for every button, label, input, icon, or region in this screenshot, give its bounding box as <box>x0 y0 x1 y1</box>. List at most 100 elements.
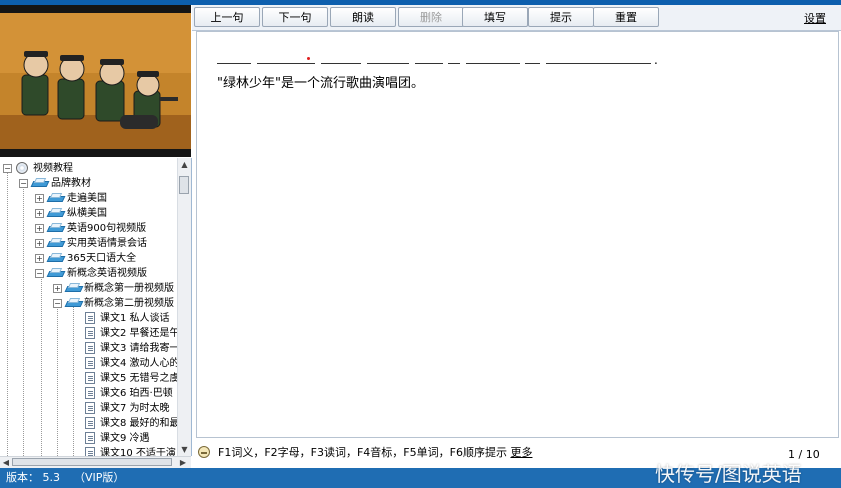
document-icon <box>85 372 95 384</box>
shortcut-hints-text: F1词义，F2字母，F3读词，F4音标，F5单词，F6顺序提示 更多 <box>218 444 532 462</box>
video-frame <box>0 5 191 157</box>
tree-node[interactable]: − 品牌教材 <box>0 176 177 191</box>
tree-node-label: 走遍美国 <box>67 193 107 204</box>
tree-node[interactable]: + 365天口语大全 <box>0 251 177 266</box>
expand-toggle[interactable]: + <box>53 284 62 293</box>
expand-toggle[interactable]: + <box>35 254 44 263</box>
chinese-translation: "绿林少年"是一个流行歌曲演唱团。 <box>217 76 424 91</box>
collapse-toggle[interactable]: − <box>35 269 44 278</box>
disc-icon <box>16 162 28 174</box>
next-sentence-button[interactable]: 下一句 <box>262 7 328 27</box>
collapse-toggle[interactable]: − <box>53 299 62 308</box>
lesson-label: 课文7 为时太晚 <box>100 403 170 414</box>
document-icon <box>85 417 95 429</box>
expand-toggle[interactable]: + <box>35 224 44 233</box>
tree-node-label: 纵横美国 <box>67 208 107 219</box>
course-tree[interactable]: − 视频教程 − 品牌教材 + 走遍美国 + 纵横美国 + 英语900句视频版 … <box>0 158 192 456</box>
word-blank[interactable] <box>257 63 315 64</box>
word-blank[interactable] <box>525 63 540 64</box>
tree-leaf-lesson[interactable]: 课文4 激动人心的 <box>0 356 177 371</box>
sentence-period: . <box>654 53 658 67</box>
word-blank[interactable] <box>466 63 520 64</box>
word-blank[interactable] <box>448 63 460 64</box>
tree-leaf-lesson[interactable]: 课文9 冷遇 <box>0 431 177 446</box>
book-icon <box>48 223 64 233</box>
tree-node-label: 实用英语情景会话 <box>67 238 147 249</box>
tree-body: − 视频教程 − 品牌教材 + 走遍美国 + 纵横美国 + 英语900句视频版 … <box>0 158 177 456</box>
tree-horizontal-scrollbar[interactable]: ◀ ▶ <box>0 456 191 468</box>
scroll-thumb[interactable] <box>12 458 172 466</box>
reset-button[interactable]: 重置 <box>593 7 659 27</box>
lesson-label: 课文10 不适于演 <box>100 448 176 456</box>
edition-label: （VIP版） <box>74 471 125 484</box>
document-icon <box>85 327 95 339</box>
tree-leaf-lesson[interactable]: 课文6 珀西·巴顿 <box>0 386 177 401</box>
lesson-label: 课文2 早餐还是午 <box>100 328 177 339</box>
word-blank[interactable] <box>367 63 409 64</box>
tree-leaf-lesson[interactable]: 课文5 无错号之虞 <box>0 371 177 386</box>
scroll-right-arrow-icon[interactable]: ▶ <box>178 457 188 468</box>
version-label: 版本： 5.3 <box>6 471 60 484</box>
tree-leaf-lesson[interactable]: 课文7 为时太晚 <box>0 401 177 416</box>
scroll-up-arrow-icon[interactable]: ▲ <box>180 160 189 169</box>
tree-leaf-lesson[interactable]: 课文1 私人谈话 <box>0 311 177 326</box>
document-icon <box>85 432 95 444</box>
tree-vertical-scrollbar[interactable]: ▲ ▼ <box>177 158 191 456</box>
exercise-toolbar: 上一句 下一句 朗读 删除 填写 提示 重置 设置 <box>192 5 841 31</box>
document-icon <box>85 312 95 324</box>
scroll-thumb[interactable] <box>179 176 189 194</box>
tree-leaf-lesson[interactable]: 课文2 早餐还是午 <box>0 326 177 341</box>
tree-node-label: 视频教程 <box>33 163 73 174</box>
expand-toggle[interactable]: + <box>35 194 44 203</box>
fill-in-button[interactable]: 填写 <box>462 7 528 27</box>
tree-node[interactable]: + 实用英语情景会话 <box>0 236 177 251</box>
word-blank[interactable] <box>415 63 443 64</box>
lesson-label: 课文4 激动人心的 <box>100 358 177 369</box>
book-icon <box>32 178 48 188</box>
scroll-down-arrow-icon[interactable]: ▼ <box>180 445 189 454</box>
scroll-left-arrow-icon[interactable]: ◀ <box>1 457 11 468</box>
tree-node-label: 新概念第一册视频版 <box>84 283 174 294</box>
book-icon <box>48 253 64 263</box>
book-icon <box>48 268 64 278</box>
tree-node-label: 新概念英语视频版 <box>67 268 147 279</box>
lesson-label: 课文5 无错号之虞 <box>100 373 177 384</box>
hint-button[interactable]: 提示 <box>528 7 594 27</box>
watermark-text: 快传号/图说英语 <box>655 462 802 486</box>
expand-toggle[interactable]: + <box>35 209 44 218</box>
tree-node[interactable]: + 新概念第一册视频版 <box>0 281 177 296</box>
word-blank[interactable] <box>546 63 651 64</box>
tree-node-label: 品牌教材 <box>51 178 91 189</box>
book-icon <box>48 238 64 248</box>
delete-button[interactable]: 删除 <box>398 7 464 27</box>
book-icon <box>48 193 64 203</box>
collapse-toggle[interactable]: − <box>3 164 12 173</box>
tree-leaf-lesson[interactable]: 课文3 请给我寄一 <box>0 341 177 356</box>
word-blank[interactable] <box>217 63 251 64</box>
exercise-panel: . "绿林少年"是一个流行歌曲演唱团。 <box>196 31 839 438</box>
settings-link[interactable]: 设置 <box>804 10 826 26</box>
tree-leaf-lesson[interactable]: 课文10 不适于演 <box>0 446 177 456</box>
tree-node[interactable]: + 纵横美国 <box>0 206 177 221</box>
collapse-toggle[interactable]: − <box>19 179 28 188</box>
document-icon <box>85 387 95 399</box>
book-icon <box>66 298 82 308</box>
previous-sentence-button[interactable]: 上一句 <box>194 7 260 27</box>
tree-node[interactable]: − 新概念英语视频版 <box>0 266 177 281</box>
read-aloud-button[interactable]: 朗读 <box>330 7 396 27</box>
tree-node[interactable]: + 英语900句视频版 <box>0 221 177 236</box>
cursor-marker <box>307 57 310 60</box>
tree-node[interactable]: − 新概念第二册视频版 <box>0 296 177 311</box>
more-link[interactable]: 更多 <box>510 446 532 459</box>
tree-node[interactable]: + 走遍美国 <box>0 191 177 206</box>
word-blank[interactable] <box>321 63 361 64</box>
dictation-blanks[interactable]: . <box>217 53 837 67</box>
expand-toggle[interactable]: + <box>35 239 44 248</box>
video-player[interactable] <box>0 5 191 157</box>
tree-node-root[interactable]: − 视频教程 <box>0 161 177 176</box>
hint-text: F1词义，F2字母，F3读词，F4音标，F5单词，F6顺序提示 <box>218 446 507 459</box>
document-icon <box>85 402 95 414</box>
tree-leaf-lesson[interactable]: 课文8 最好的和最 <box>0 416 177 431</box>
lesson-label: 课文1 私人谈话 <box>100 313 170 324</box>
tree-node-label: 英语900句视频版 <box>67 223 147 234</box>
